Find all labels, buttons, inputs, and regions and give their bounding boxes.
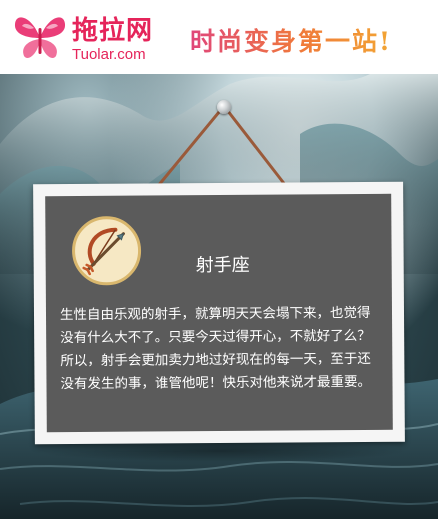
- zodiac-description: 生性自由乐观的射手，就算明天天会塌下来，也觉得没有什么大不了。只要今天过得开心，…: [59, 304, 372, 393]
- butterfly-logo-icon[interactable]: [12, 10, 68, 64]
- card-panel: 射手座 生性自由乐观的射手，就算明天天会塌下来，也觉得没有什么大不了。只要今天过…: [45, 193, 393, 433]
- zodiac-sign-title: 射手座: [195, 254, 250, 277]
- zodiac-card: 射手座 生性自由乐观的射手，就算明天天会塌下来，也觉得没有什么大不了。只要今天过…: [33, 181, 405, 445]
- nail-icon: [217, 100, 231, 114]
- sagittarius-bow-arrow-icon: [72, 216, 142, 286]
- logo-text-en[interactable]: Tuolar.com: [72, 46, 146, 63]
- slogan: 时尚变身第一站!: [190, 22, 392, 58]
- site-header: 拖拉网 Tuolar.com 时尚变身第一站!: [0, 0, 438, 74]
- logo-text-cn[interactable]: 拖拉网: [72, 10, 153, 47]
